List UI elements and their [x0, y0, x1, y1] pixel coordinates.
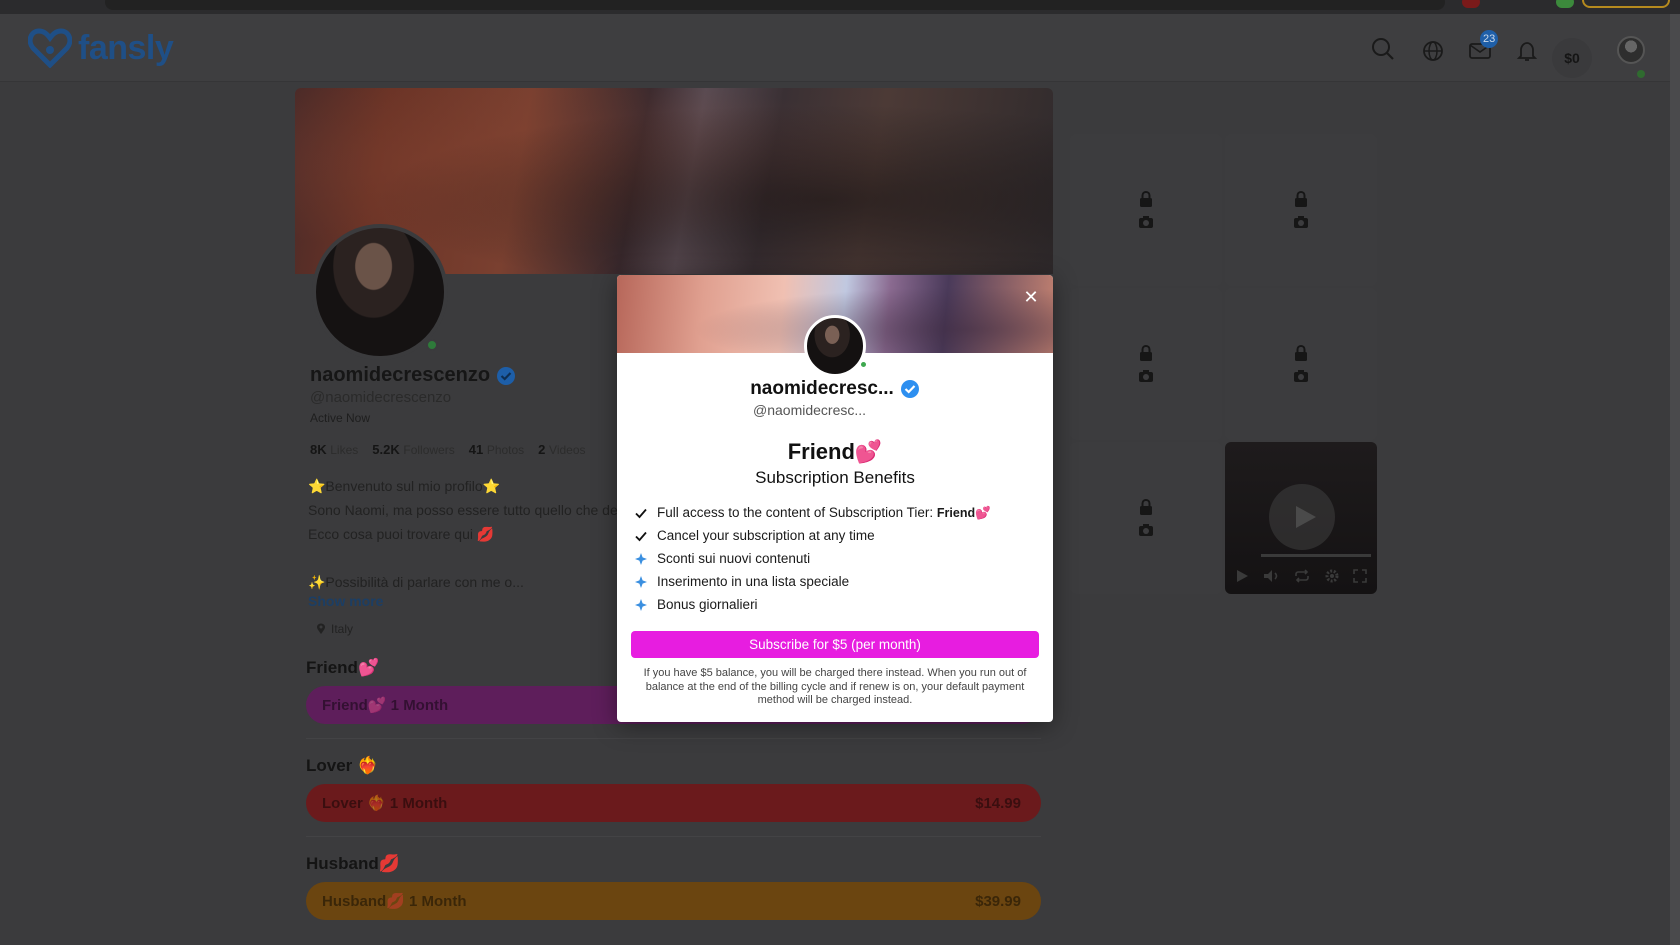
modal-name-text: naomidecresc...	[750, 378, 894, 399]
check-icon	[635, 531, 647, 541]
subscription-modal: ✕ naomidecresc... @naomidecresc... Frien…	[617, 275, 1053, 722]
benefit-item: Sconti sui nuovi contenuti	[634, 547, 991, 570]
sparkle-icon	[635, 598, 647, 611]
online-status-dot	[859, 360, 868, 369]
sparkle-icon	[635, 552, 647, 565]
subscribe-button[interactable]: Subscribe for $5 (per month)	[631, 631, 1039, 658]
benefit-text: Inserimento in una lista speciale	[657, 574, 850, 589]
benefit-item: Cancel your subscription at any time	[634, 524, 991, 547]
sparkle-icon	[635, 575, 647, 588]
modal-subtitle: Subscription Benefits	[755, 468, 915, 487]
benefit-text: Cancel your subscription at any time	[657, 528, 875, 543]
close-icon[interactable]: ✕	[1019, 285, 1043, 309]
benefit-item: Bonus giornalieri	[634, 593, 991, 616]
benefit-text: Sconti sui nuovi contenuti	[657, 551, 811, 566]
modal-avatar	[804, 315, 866, 377]
modal-creator-name: naomidecresc...	[617, 378, 1053, 400]
modal-tier-name: Friend💕	[787, 439, 883, 464]
benefit-text: Full access to the content of Subscripti…	[657, 504, 934, 520]
check-icon	[635, 508, 647, 518]
benefit-item: Full access to the content of Subscripti…	[634, 501, 991, 524]
benefit-text: Bonus giornalieri	[657, 597, 758, 612]
benefit-emphasis: Friend💕	[936, 505, 991, 520]
benefits-list: Full access to the content of Subscripti…	[634, 501, 991, 616]
billing-note: If you have $5 balance, you will be char…	[643, 667, 1027, 706]
modal-creator-handle: @naomidecresc...	[753, 402, 867, 418]
benefit-item: Inserimento in una lista speciale	[634, 570, 991, 593]
verified-badge-icon	[900, 380, 919, 398]
